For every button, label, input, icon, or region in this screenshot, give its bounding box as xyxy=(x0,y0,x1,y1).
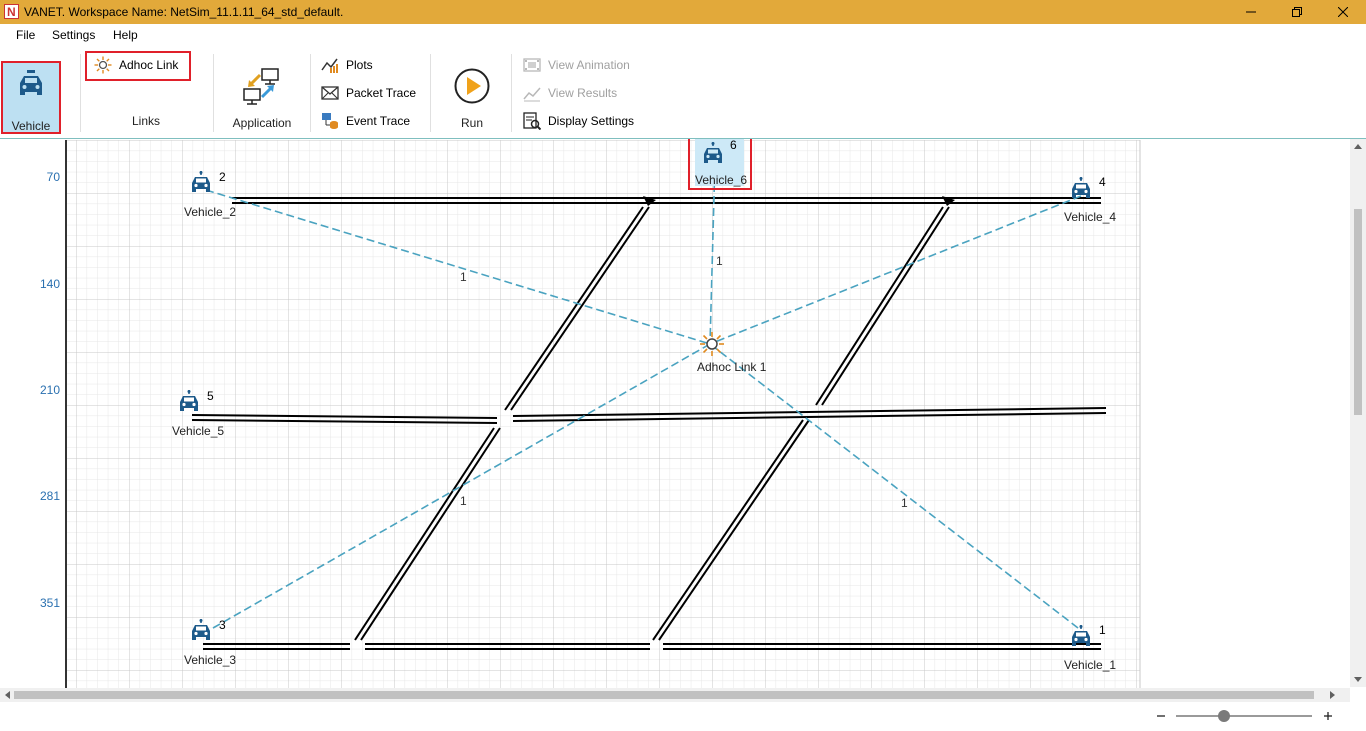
vehicle-name-label: Vehicle_4 xyxy=(1064,210,1117,224)
y-tick-label: 281 xyxy=(39,489,60,503)
display-settings-label: Display Settings xyxy=(548,114,635,128)
menu-help[interactable]: Help xyxy=(113,28,138,42)
vehicle-node-3[interactable] xyxy=(190,619,212,641)
run-icon xyxy=(454,68,490,104)
vehicle-name-label: Vehicle_5 xyxy=(172,424,225,438)
scroll-thumb xyxy=(14,691,1314,699)
vehicle-node-1[interactable] xyxy=(1070,625,1092,647)
title-bar: N VANET. Workspace Name: NetSim_11.1.11_… xyxy=(0,0,1366,24)
restore-button[interactable] xyxy=(1274,0,1320,24)
car-icon xyxy=(192,619,210,640)
plots-label: Plots xyxy=(346,58,373,72)
vehicle-name-label: Vehicle_3 xyxy=(184,653,237,667)
application-label: Application xyxy=(232,116,292,130)
vehicle-name-label: Vehicle_6 xyxy=(695,173,748,187)
plots-icon xyxy=(321,58,338,73)
menu-file[interactable]: File xyxy=(16,28,35,42)
plots-button[interactable]: Plots xyxy=(321,55,373,75)
ribbon-separator xyxy=(430,54,431,132)
adhoc-link-node-label: Adhoc Link 1 xyxy=(697,360,767,374)
link-label: 1 xyxy=(460,270,467,284)
car-icon xyxy=(704,142,722,163)
link-label: 1 xyxy=(901,496,908,510)
scroll-left-icon xyxy=(5,691,10,699)
minimize-button[interactable] xyxy=(1228,0,1274,24)
car-icon xyxy=(180,390,198,411)
netsim-logo-icon: N xyxy=(4,4,19,19)
application-icon xyxy=(243,68,279,105)
vehicle-id-label: 6 xyxy=(730,138,737,152)
adhoc-link-node[interactable] xyxy=(700,332,724,356)
ribbon-toolbar: Vehicle Adhoc Link Links Application Plo… xyxy=(0,46,1366,139)
car-icon xyxy=(192,171,210,192)
run-button[interactable]: Run xyxy=(446,64,498,130)
ribbon-separator xyxy=(80,54,81,132)
minimize-icon xyxy=(1246,11,1256,13)
run-label: Run xyxy=(460,116,483,130)
zoom-bar xyxy=(0,702,1366,728)
menu-settings[interactable]: Settings xyxy=(52,28,95,42)
zoom-bar-svg xyxy=(1157,710,1332,722)
packet-trace-button[interactable]: Packet Trace xyxy=(321,83,416,103)
scroll-up-icon xyxy=(1354,144,1362,149)
packet-trace-label: Packet Trace xyxy=(346,86,417,100)
link-label: 1 xyxy=(460,494,467,508)
results-chart-icon xyxy=(523,87,541,102)
horizontal-scrollbar-svg xyxy=(5,691,1335,699)
window-title: VANET. Workspace Name: NetSim_11.1.11_64… xyxy=(24,5,344,19)
car-icon xyxy=(1072,625,1090,646)
vehicle-id-label: 2 xyxy=(219,170,226,184)
view-results-button[interactable]: View Results xyxy=(523,83,617,103)
event-trace-icon xyxy=(322,113,338,129)
ribbon-separator xyxy=(213,54,214,132)
vehicle-id-label: 5 xyxy=(207,389,214,403)
event-trace-label: Event Trace xyxy=(346,114,411,128)
view-animation-label: View Animation xyxy=(548,58,630,72)
vehicle-node-5[interactable] xyxy=(178,390,200,412)
ribbon-separator xyxy=(511,54,512,132)
network-canvas[interactable]: 70 140 210 281 351 1 1 1 1 Adhoc Link 1 … xyxy=(0,138,1366,728)
close-button[interactable] xyxy=(1320,0,1366,24)
car-icon xyxy=(1072,177,1090,198)
vertical-scrollbar-svg xyxy=(1354,144,1362,682)
scroll-right-icon xyxy=(1330,691,1335,699)
vehicle-node-6[interactable] xyxy=(702,142,724,164)
y-tick-label: 70 xyxy=(46,170,60,184)
vehicle-id-label: 1 xyxy=(1099,623,1106,637)
y-tick-label: 140 xyxy=(39,277,60,291)
film-icon xyxy=(523,58,541,72)
adhoc-link-highlight-box xyxy=(85,51,191,81)
adhoc-link-icon xyxy=(700,332,724,356)
view-animation-button[interactable]: View Animation xyxy=(523,55,630,75)
vehicle-id-label: 4 xyxy=(1099,175,1106,189)
vehicle-name-label: Vehicle_2 xyxy=(184,205,237,219)
view-results-label: View Results xyxy=(548,86,618,100)
link-label: 1 xyxy=(716,254,723,268)
vehicle-name-label: Vehicle_1 xyxy=(1064,658,1117,672)
vehicle-node-4[interactable] xyxy=(1070,177,1092,199)
scroll-down-icon xyxy=(1354,677,1362,682)
scroll-thumb xyxy=(1354,209,1362,415)
vehicle-node-2[interactable] xyxy=(190,171,212,193)
menu-bar: File Settings Help xyxy=(0,24,1366,46)
packet-trace-icon xyxy=(321,86,339,100)
links-group-label: Links xyxy=(132,114,161,128)
zoom-in-icon[interactable] xyxy=(1324,712,1332,720)
event-trace-button[interactable]: Event Trace xyxy=(321,111,410,131)
close-icon xyxy=(1338,7,1348,17)
application-button[interactable]: Application xyxy=(226,64,298,130)
vehicle-id-label: 3 xyxy=(219,618,226,632)
y-tick-label: 210 xyxy=(39,383,60,397)
ribbon-separator xyxy=(310,54,311,132)
display-settings-icon xyxy=(523,112,541,130)
display-settings-button[interactable]: Display Settings xyxy=(523,111,634,131)
vertical-scrollbar[interactable] xyxy=(1350,139,1366,687)
restore-icon xyxy=(1292,7,1302,17)
zoom-slider-thumb[interactable] xyxy=(1218,710,1230,722)
horizontal-scrollbar[interactable] xyxy=(0,688,1350,702)
vehicle-highlight-box xyxy=(1,61,61,134)
y-tick-label: 351 xyxy=(39,596,60,610)
